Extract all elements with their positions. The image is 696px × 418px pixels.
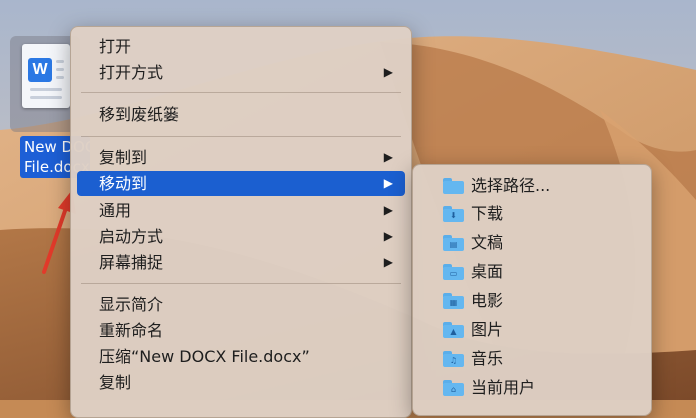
- menu-item-label: 压缩“New DOCX File.docx”: [99, 347, 310, 366]
- menu-item-compress[interactable]: 压缩“New DOCX File.docx”: [77, 344, 405, 369]
- submenu-item-music[interactable]: ♫ 音乐: [419, 346, 645, 372]
- submenu-item-choose-path[interactable]: 选择路径...: [419, 173, 645, 199]
- submenu-item-label: 音乐: [471, 349, 504, 368]
- submenu-item-desktop[interactable]: ▭ 桌面: [419, 259, 645, 285]
- submenu-item-label: 图片: [471, 320, 504, 339]
- menu-item-label: 移动到: [99, 174, 148, 193]
- desktop-folder-icon: ▭: [443, 264, 464, 280]
- menu-item-screen-capture[interactable]: 屏幕捕捉 ▶: [77, 250, 405, 275]
- menu-item-label: 复制: [99, 373, 132, 392]
- menu-item-open-with[interactable]: 打开方式 ▶: [77, 60, 405, 85]
- menu-separator: [81, 283, 401, 284]
- submenu-item-movies[interactable]: ▦ 电影: [419, 288, 645, 314]
- word-logo: W: [28, 58, 52, 82]
- menu-item-copy-to[interactable]: 复制到 ▶: [77, 145, 405, 170]
- menu-item-label: 屏幕捕捉: [99, 253, 164, 272]
- menu-item-general[interactable]: 通用 ▶: [77, 198, 405, 223]
- move-to-submenu: 选择路径... ⬇ 下载 ▤ 文稿 ▭ 桌面 ▦ 电影 ▲ 图片 ♫ 音乐 ⌂ …: [412, 164, 652, 416]
- submenu-arrow-icon: ▶: [383, 203, 393, 217]
- submenu-item-label: 文稿: [471, 233, 504, 252]
- submenu-item-label: 桌面: [471, 262, 504, 281]
- menu-item-rename[interactable]: 重新命名: [77, 318, 405, 343]
- submenu-arrow-icon: ▶: [383, 255, 393, 269]
- menu-item-open[interactable]: 打开: [77, 34, 405, 59]
- submenu-item-pictures[interactable]: ▲ 图片: [419, 317, 645, 343]
- menu-item-label: 启动方式: [99, 227, 164, 246]
- home-folder-icon: ⌂: [443, 380, 464, 396]
- submenu-item-label: 电影: [471, 291, 504, 310]
- context-menu: 打开 打开方式 ▶ 移到废纸篓 复制到 ▶ 移动到 ▶ 通用 ▶ 启动方式 ▶ 屏幕捕捉 ▶…: [70, 26, 412, 418]
- menu-item-label: 复制到: [99, 148, 148, 167]
- menu-item-move-to[interactable]: 移动到 ▶: [77, 171, 405, 196]
- submenu-item-label: 当前用户: [471, 378, 536, 397]
- menu-item-launch-mode[interactable]: 启动方式 ▶: [77, 224, 405, 249]
- menu-item-label: 打开: [99, 37, 132, 56]
- pictures-folder-icon: ▲: [443, 322, 464, 338]
- menu-item-label: 显示简介: [99, 295, 164, 314]
- word-document-icon: W: [22, 44, 70, 108]
- submenu-item-downloads[interactable]: ⬇ 下载: [419, 201, 645, 227]
- menu-item-get-info[interactable]: 显示简介: [77, 292, 405, 317]
- submenu-arrow-icon: ▶: [383, 65, 393, 79]
- movies-folder-icon: ▦: [443, 293, 464, 309]
- menu-separator: [81, 136, 401, 137]
- folder-icon: [443, 178, 464, 194]
- submenu-item-label: 选择路径...: [471, 176, 551, 195]
- menu-item-label: 移到废纸篓: [99, 105, 180, 124]
- menu-item-label: 重新命名: [99, 321, 164, 340]
- submenu-item-documents[interactable]: ▤ 文稿: [419, 230, 645, 256]
- menu-separator: [81, 92, 401, 93]
- menu-item-duplicate[interactable]: 复制: [77, 370, 405, 395]
- submenu-arrow-icon: ▶: [383, 176, 393, 190]
- downloads-folder-icon: ⬇: [443, 206, 464, 222]
- menu-item-move-to-trash[interactable]: 移到废纸篓: [77, 102, 405, 127]
- music-folder-icon: ♫: [443, 351, 464, 367]
- submenu-arrow-icon: ▶: [383, 229, 393, 243]
- submenu-arrow-icon: ▶: [383, 150, 393, 164]
- menu-item-label: 通用: [99, 201, 132, 220]
- documents-folder-icon: ▤: [443, 235, 464, 251]
- submenu-item-home[interactable]: ⌂ 当前用户: [419, 375, 645, 401]
- submenu-item-label: 下载: [471, 204, 504, 223]
- menu-item-label: 打开方式: [99, 63, 164, 82]
